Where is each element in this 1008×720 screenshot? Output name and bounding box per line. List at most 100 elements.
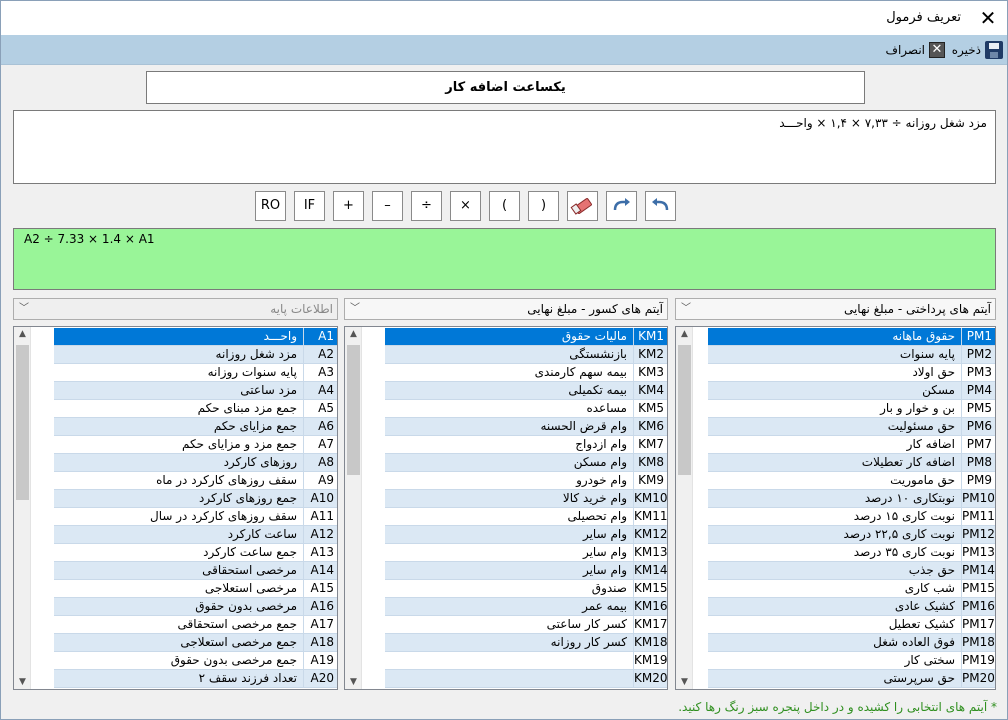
save-button[interactable]: ذخیره <box>952 39 1003 61</box>
list-item[interactable]: KM20 <box>385 670 667 688</box>
list-item[interactable]: A14 مرخصی استحقاقی <box>54 562 337 580</box>
list-item[interactable]: KM13 وام سایر <box>385 544 667 562</box>
op-open-paren-button[interactable]: ( <box>489 191 520 221</box>
list-item[interactable]: A7 جمع مزد و مزایای حکم <box>54 436 337 454</box>
scroll-up-icon[interactable]: ▲ <box>345 329 362 339</box>
list-item[interactable]: KM11 وام تحصیلی <box>385 508 667 526</box>
list-item[interactable]: KM9 وام خودرو <box>385 472 667 490</box>
list-item[interactable]: KM17 کسر کار ساعتی <box>385 616 667 634</box>
list-item[interactable]: A19 جمع مرخصی بدون حقوق <box>54 652 337 670</box>
list-item[interactable]: PM19 سختی کار <box>708 652 995 670</box>
list-item[interactable]: KM5 مساعده <box>385 400 667 418</box>
list-item[interactable]: PM14 حق جذب <box>708 562 995 580</box>
list-item[interactable]: PM3 حق اولاد <box>708 364 995 382</box>
list-item[interactable]: A15 مرخصی استعلاجی <box>54 580 337 598</box>
list-item[interactable]: A16 مرخصی بدون حقوق <box>54 598 337 616</box>
base-info-combo[interactable]: اطلاعات پایه ﹀ <box>13 298 338 320</box>
list-item[interactable]: PM8 اضافه کار تعطیلات <box>708 454 995 472</box>
item-label: وام ازدواج <box>575 437 627 451</box>
list-item[interactable]: KM8 وام مسکن <box>385 454 667 472</box>
op-close-paren-button[interactable]: ) <box>528 191 559 221</box>
op-ro-button[interactable]: RO <box>255 191 286 221</box>
list-item[interactable]: PM9 حق ماموریت <box>708 472 995 490</box>
list-item[interactable]: KM1 مالیات حقوق <box>385 328 667 346</box>
op-divide-button[interactable]: ÷ <box>411 191 442 221</box>
deductions-scrollbar[interactable]: ▲ ▼ <box>345 327 362 689</box>
list-item[interactable]: PM2 پایه سنوات <box>708 346 995 364</box>
payments-combo[interactable]: آیتم های پرداختی - مبلغ نهایی ﹀ <box>675 298 996 320</box>
item-code: A4 <box>303 382 337 399</box>
list-item[interactable]: A3 پایه سنوات روزانه <box>54 364 337 382</box>
deductions-list[interactable]: ▲ ▼ KM1 مالیات حقوق KM2 بازنشستگی KM3 بیمه سه… <box>344 326 668 690</box>
payments-scrollbar[interactable]: ▲ ▼ <box>676 327 693 689</box>
list-item[interactable]: KM19 <box>385 652 667 670</box>
item-label: بن و خوار و بار <box>880 401 955 415</box>
list-item[interactable]: PM7 اضافه کار <box>708 436 995 454</box>
list-item[interactable]: A12 ساعت کارکرد <box>54 526 337 544</box>
list-item[interactable]: A4 مزد ساعتی <box>54 382 337 400</box>
op-minus-button[interactable]: – <box>372 191 403 221</box>
list-item[interactable]: PM20 حق سرپرستی <box>708 670 995 688</box>
list-item[interactable]: PM4 مسکن <box>708 382 995 400</box>
item-code: KM12 <box>633 526 668 543</box>
formula-name-field[interactable]: یکساعت اضافه کار <box>146 71 865 104</box>
list-item[interactable]: KM14 وام سایر <box>385 562 667 580</box>
op-multiply-button[interactable]: × <box>450 191 481 221</box>
list-item[interactable]: KM7 وام ازدواج <box>385 436 667 454</box>
list-item[interactable]: KM18 کسر کار روزانه <box>385 634 667 652</box>
list-item[interactable]: A20 تعداد فرزند سقف ۲ <box>54 670 337 688</box>
scroll-down-icon[interactable]: ▼ <box>345 677 362 687</box>
list-item[interactable]: PM18 فوق العاده شغل <box>708 634 995 652</box>
list-item[interactable]: A17 جمع مرخصی استحقاقی <box>54 616 337 634</box>
list-item[interactable]: A18 جمع مرخصی استعلاجی <box>54 634 337 652</box>
list-item[interactable]: KM12 وام سایر <box>385 526 667 544</box>
list-item[interactable]: KM3 بیمه سهم کارمندی <box>385 364 667 382</box>
scroll-thumb[interactable] <box>16 345 29 500</box>
deductions-combo[interactable]: آیتم های کسور - مبلغ نهایی ﹀ <box>344 298 668 320</box>
scroll-down-icon[interactable]: ▼ <box>14 677 31 687</box>
list-item[interactable]: KM16 بیمه عمر <box>385 598 667 616</box>
list-item[interactable]: KM15 صندوق <box>385 580 667 598</box>
op-if-button[interactable]: IF <box>294 191 325 221</box>
list-item[interactable]: PM10 نوبتکاری ۱۰ درصد <box>708 490 995 508</box>
cancel-button[interactable]: ✕ انصراف <box>886 39 945 61</box>
scroll-thumb[interactable] <box>678 345 691 475</box>
list-item[interactable]: A5 جمع مزد مبنای حکم <box>54 400 337 418</box>
list-item[interactable]: PM13 نوبت کاری ۳۵ درصد <box>708 544 995 562</box>
undo-button[interactable] <box>645 191 676 221</box>
list-item[interactable]: PM12 نوبت کاری ۲۲,۵ درصد <box>708 526 995 544</box>
list-item[interactable]: PM17 کشیک تعطیل <box>708 616 995 634</box>
list-item[interactable]: A2 مزد شغل روزانه <box>54 346 337 364</box>
list-item[interactable]: KM10 وام خرید کالا <box>385 490 667 508</box>
list-item[interactable]: PM5 بن و خوار و بار <box>708 400 995 418</box>
list-item[interactable]: PM6 حق مسئولیت <box>708 418 995 436</box>
list-item[interactable]: KM6 وام قرض الحسنه <box>385 418 667 436</box>
clear-button[interactable] <box>567 191 598 221</box>
formula-drop-area[interactable]: A2 ÷ 7.33 × 1.4 × A1 <box>13 228 996 290</box>
list-item[interactable]: A1 واحـــد <box>54 328 337 346</box>
list-item[interactable]: KM4 بیمه تکمیلی <box>385 382 667 400</box>
close-button[interactable]: ✕ <box>975 5 1001 31</box>
scroll-up-icon[interactable]: ▲ <box>676 329 693 339</box>
formula-description-field[interactable]: مزد شغل روزانه ÷ ۷,۳۳ × ۱,۴ × واحـــد <box>13 110 996 184</box>
redo-button[interactable] <box>606 191 637 221</box>
list-item[interactable]: A9 سقف روزهای کارکرد در ماه <box>54 472 337 490</box>
item-label <box>385 652 633 669</box>
list-item[interactable]: KM2 بازنشستگی <box>385 346 667 364</box>
base-info-list[interactable]: ▲ ▼ A1 واحـــد A2 مزد شغل روزانه A3 پایه سنوا… <box>13 326 338 690</box>
base-info-scrollbar[interactable]: ▲ ▼ <box>14 327 31 689</box>
list-item[interactable]: PM1 حقوق ماهانه <box>708 328 995 346</box>
list-item[interactable]: A8 روزهای کارکرد <box>54 454 337 472</box>
list-item[interactable]: PM15 شب کاری <box>708 580 995 598</box>
scroll-up-icon[interactable]: ▲ <box>14 329 31 339</box>
op-plus-button[interactable]: + <box>333 191 364 221</box>
payments-list[interactable]: ▲ ▼ PM1 حقوق ماهانه PM2 پایه سنوات PM3 حق اول… <box>675 326 996 690</box>
list-item[interactable]: A11 سقف روزهای کارکرد در سال <box>54 508 337 526</box>
list-item[interactable]: A13 جمع ساعت کارکرد <box>54 544 337 562</box>
list-item[interactable]: PM16 کشیک عادی <box>708 598 995 616</box>
list-item[interactable]: A10 جمع روزهای کارکرد <box>54 490 337 508</box>
scroll-thumb[interactable] <box>347 345 360 475</box>
scroll-down-icon[interactable]: ▼ <box>676 677 693 687</box>
list-item[interactable]: A6 جمع مزایای حکم <box>54 418 337 436</box>
list-item[interactable]: PM11 نوبت کاری ۱۵ درصد <box>708 508 995 526</box>
